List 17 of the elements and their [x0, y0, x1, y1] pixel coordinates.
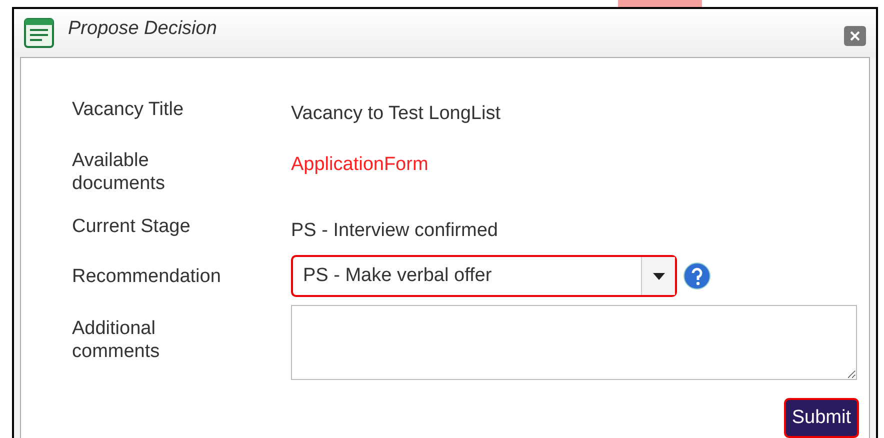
field-value: Vacancy to Test LongList [291, 102, 500, 126]
field-label: Current Stage [72, 214, 192, 238]
comments-field[interactable] [291, 305, 857, 380]
close-icon [850, 31, 860, 41]
recommendation-select[interactable]: PS - Make verbal offer [291, 255, 677, 297]
field-value: PS - Interview confirmed [291, 218, 498, 242]
caret-icon [652, 272, 664, 280]
field-label: Recommendation [72, 265, 222, 288]
document-link[interactable]: ApplicationForm [291, 148, 428, 179]
close-button[interactable] [844, 26, 866, 46]
help-icon[interactable] [683, 262, 711, 290]
form-icon [24, 18, 54, 48]
field-label: Available documents [72, 148, 166, 194]
field-label: Vacancy Title [72, 98, 185, 121]
submit-button[interactable]: Submit [784, 398, 859, 438]
field-label: Additional comments [72, 317, 161, 363]
window-title: Propose Decision [68, 16, 218, 41]
